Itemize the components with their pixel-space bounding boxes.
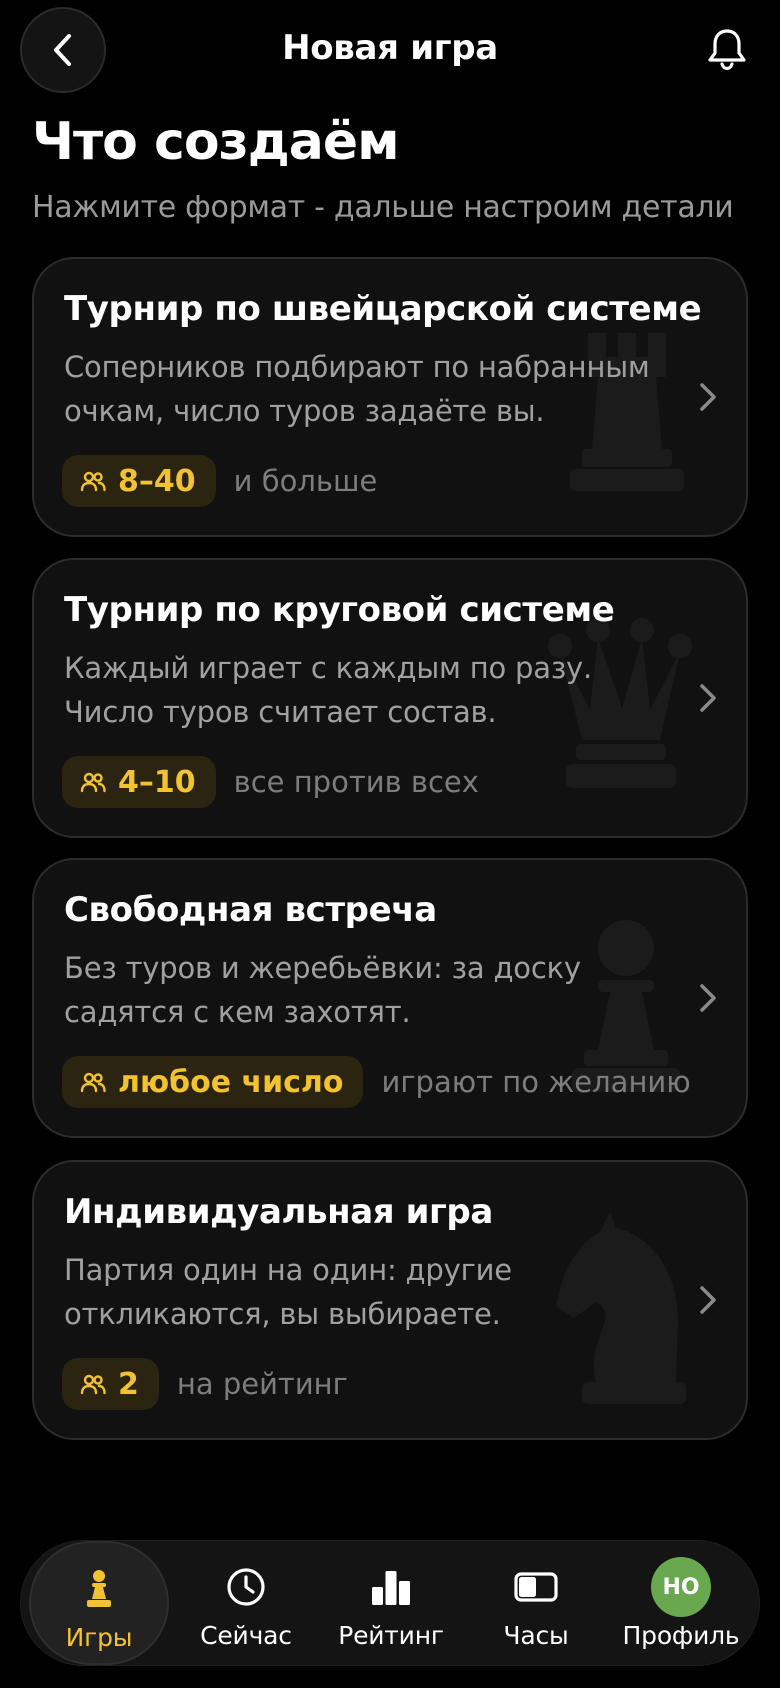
card-title: Свободная встреча	[64, 890, 437, 930]
clock-icon	[227, 1568, 265, 1606]
users-icon	[80, 471, 106, 492]
top-bar: Новая игра	[0, 0, 780, 100]
players-badge: 8–40	[62, 455, 216, 507]
format-card-round-robin[interactable]: Турнир по круговой системе Каждый играет…	[32, 558, 748, 838]
nav-item-rating[interactable]: Рейтинг	[321, 1541, 461, 1665]
card-meta: любое число играют по желанию	[62, 1056, 691, 1108]
nav-label: Игры	[65, 1623, 133, 1652]
players-badge: 4–10	[62, 756, 216, 808]
nav-label: Рейтинг	[338, 1621, 444, 1650]
section-heading: Что создаём	[32, 112, 400, 172]
users-icon	[80, 1072, 106, 1093]
players-note: на рейтинг	[176, 1367, 348, 1401]
pawn-icon	[87, 1570, 111, 1607]
chevron-right-icon	[700, 383, 716, 411]
nav-item-profile[interactable]: НО Профиль	[611, 1541, 751, 1665]
players-note: и больше	[233, 464, 378, 498]
card-description: Соперников подбирают по набранным очкам,…	[64, 350, 650, 428]
players-count: 4–10	[118, 764, 196, 800]
players-badge: любое число	[62, 1056, 364, 1108]
players-badge: 2	[62, 1358, 159, 1410]
players-note: все против всех	[233, 765, 479, 799]
format-card-free-meeting[interactable]: Свободная встреча Без туров и жеребьёвки…	[32, 858, 748, 1138]
players-count: любое число	[118, 1064, 344, 1100]
bell-icon[interactable]	[704, 26, 750, 72]
nav-label: Профиль	[622, 1621, 740, 1650]
avatar: НО	[651, 1557, 711, 1617]
card-meta: 2 на рейтинг	[62, 1358, 348, 1410]
card-description: Партия один на один: другие откликаются,…	[64, 1253, 512, 1331]
nav-item-games[interactable]: Игры	[29, 1541, 169, 1665]
card-title: Индивидуальная игра	[64, 1192, 493, 1232]
players-count: 2	[118, 1366, 139, 1402]
nav-label: Часы	[503, 1621, 569, 1650]
page-title: Новая игра	[282, 28, 498, 68]
card-title: Турнир по круговой системе	[64, 590, 615, 630]
card-title: Турнир по швейцарской системе	[64, 289, 702, 329]
bar-chart-icon	[372, 1571, 410, 1605]
format-card-swiss[interactable]: Турнир по швейцарской системе Соперников…	[32, 257, 748, 537]
nav-item-clock[interactable]: Часы	[466, 1541, 606, 1665]
chevron-right-icon	[700, 684, 716, 712]
players-count: 8–40	[118, 463, 196, 499]
card-description: Каждый играет с каждым по разу. Число ту…	[64, 651, 593, 729]
players-note: играют по желанию	[381, 1065, 691, 1099]
card-meta: 4–10 все против всех	[62, 756, 479, 808]
users-icon	[80, 772, 106, 793]
bottom-nav: Игры Сейчас Рейтинг Часы НО Профиль	[20, 1540, 760, 1666]
users-icon	[80, 1374, 106, 1395]
nav-label: Сейчас	[200, 1621, 292, 1650]
chess-clock-icon	[514, 1572, 558, 1602]
section-subheading: Нажмите формат - дальше настроим детали	[32, 190, 734, 225]
nav-item-now[interactable]: Сейчас	[176, 1541, 316, 1665]
chevron-right-icon	[700, 1286, 716, 1314]
card-description: Без туров и жеребьёвки: за доску садятся…	[64, 951, 581, 1029]
format-card-individual[interactable]: Индивидуальная игра Партия один на один:…	[32, 1160, 748, 1440]
card-meta: 8–40 и больше	[62, 455, 377, 507]
chevron-right-icon	[700, 984, 716, 1012]
